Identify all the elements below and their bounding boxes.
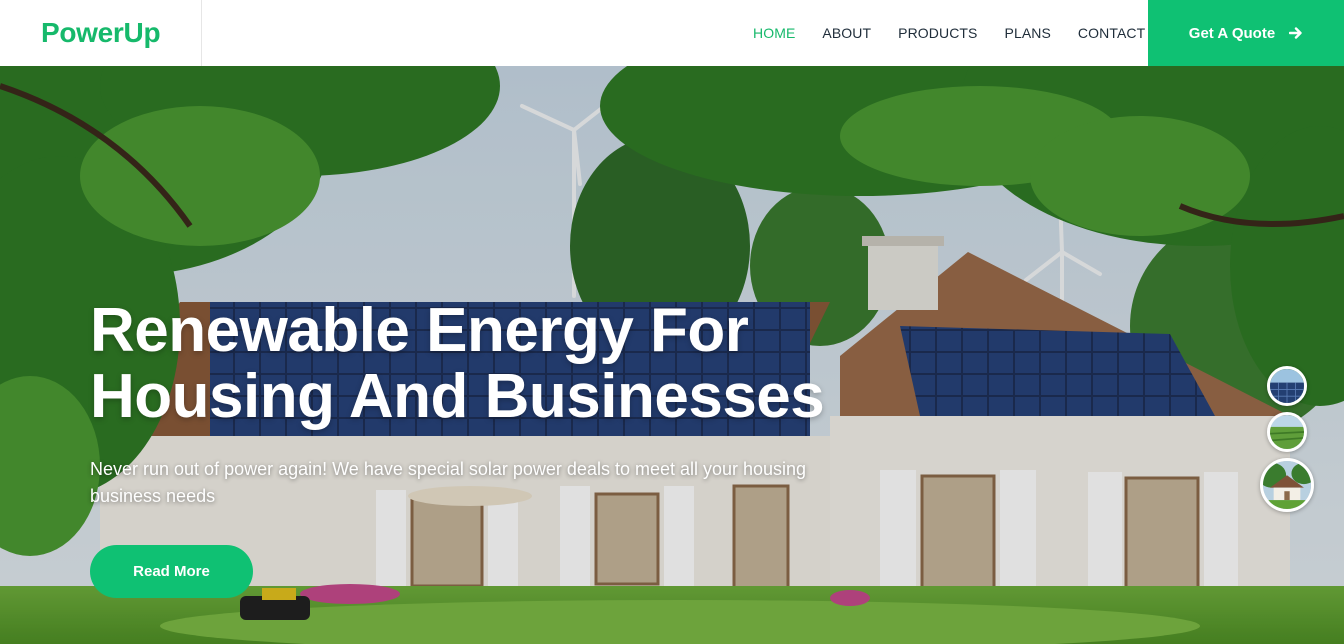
nav-item-contact[interactable]: CONTACT: [1078, 25, 1145, 41]
get-a-quote-button[interactable]: Get A Quote: [1148, 0, 1344, 66]
solar-panels-thumbnail-icon: [1270, 369, 1304, 403]
hero-title-line-2: Housing And Businesses: [90, 362, 825, 431]
read-more-button[interactable]: Read More: [90, 545, 253, 598]
hero-subtitle: Never run out of power again! We have sp…: [90, 459, 807, 506]
brand-logo[interactable]: PowerUp: [41, 17, 161, 49]
top-navbar: PowerUp HOME ABOUT PRODUCTS PLANS CONTAC…: [0, 0, 1344, 66]
arrow-right-icon: [1289, 27, 1302, 39]
hero-title: Renewable Energy For Housing And Busines…: [90, 298, 910, 430]
hero-title-line-1: Renewable Energy For: [90, 296, 749, 365]
carousel-thumbnails: [1260, 366, 1314, 512]
nav-item-home[interactable]: HOME: [753, 25, 795, 41]
nav-item-plans[interactable]: PLANS: [1005, 25, 1051, 41]
hero-section: Renewable Energy For Housing And Busines…: [0, 66, 1344, 644]
carousel-thumb-green-field[interactable]: [1267, 412, 1307, 452]
main-nav: HOME ABOUT PRODUCTS PLANS CONTACT: [740, 0, 1172, 66]
brand-container: PowerUp: [0, 0, 202, 66]
green-field-thumbnail-icon: [1270, 415, 1304, 449]
carousel-thumb-solar-panels[interactable]: [1267, 366, 1307, 406]
get-a-quote-label: Get A Quote: [1188, 24, 1276, 42]
house-thumbnail-icon: [1263, 461, 1311, 509]
nav-item-about[interactable]: ABOUT: [822, 25, 871, 41]
nav-item-products[interactable]: PRODUCTS: [898, 25, 977, 41]
carousel-thumb-house[interactable]: [1260, 458, 1314, 512]
